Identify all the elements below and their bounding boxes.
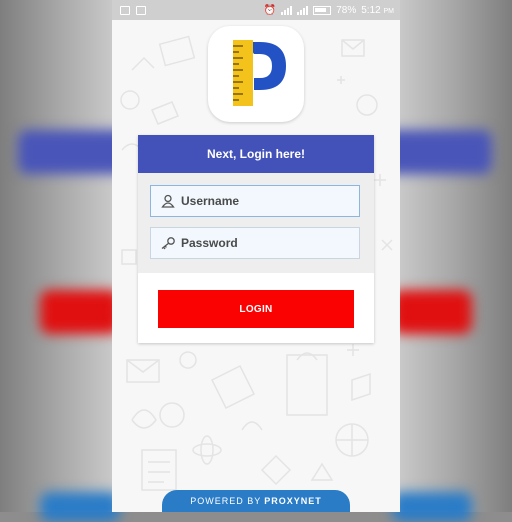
brand-name: PROXYNET (264, 496, 322, 506)
ruler-p-logo-icon (233, 40, 286, 106)
app-logo (208, 26, 304, 122)
user-icon (155, 194, 181, 208)
login-button[interactable]: LOGIN (158, 290, 354, 328)
message-notification-icon (136, 5, 146, 15)
battery-percent: 78% (336, 4, 357, 16)
powered-by-text: POWERED BY (190, 496, 262, 506)
login-form (138, 173, 374, 273)
clock-meridiem: PM (383, 7, 395, 15)
gallery-notification-icon (120, 5, 130, 15)
blurred-footer-left (40, 492, 120, 522)
phone-screen: ⏰ 78% 5:12 PM Next, Login here! Username… (112, 0, 400, 512)
blurred-button-right (392, 290, 472, 334)
username-input[interactable] (181, 194, 351, 208)
battery-icon (313, 5, 332, 15)
password-field[interactable] (150, 227, 360, 259)
blurred-button-left (40, 290, 120, 334)
key-icon (155, 236, 181, 250)
login-header: Next, Login here! (138, 135, 374, 173)
username-field[interactable] (150, 185, 360, 217)
powered-by-footer: POWERED BY PROXYNET (162, 490, 350, 512)
blurred-footer-right (392, 492, 472, 522)
clock: 5:12 PM (361, 5, 394, 16)
clock-time: 5:12 (361, 4, 381, 16)
status-bar: ⏰ 78% 5:12 PM (112, 0, 400, 20)
login-card: Next, Login here! LOGIN (138, 135, 374, 343)
password-input[interactable] (181, 236, 351, 250)
signal-icon (281, 5, 293, 15)
alarm-icon: ⏰ (263, 4, 277, 16)
signal-icon-2 (297, 5, 309, 15)
